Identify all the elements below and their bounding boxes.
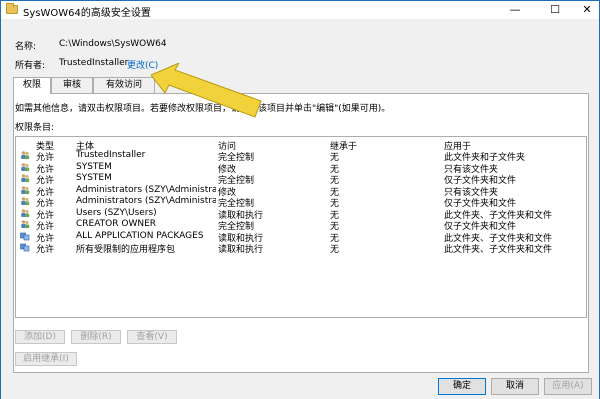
minimize-button[interactable]: —: [495, 1, 535, 19]
cell-principal: CREATOR OWNER: [76, 219, 157, 229]
table-row[interactable]: 允许 ALL APPLICATION PACKAGES 读取和执行无此文件夹、子文件…: [16, 230, 586, 244]
users-icon: [21, 208, 30, 217]
users-icon: [21, 220, 30, 229]
entries-label: 权限条目:: [15, 123, 55, 133]
apply-button[interactable]: 应用(A): [544, 378, 592, 395]
permission-entries-list[interactable]: 类型 主体 访问 继承于 应用于 允许 TrustedInstaller 完全控制无…: [15, 136, 587, 318]
cancel-button[interactable]: 取消: [491, 378, 539, 395]
cell-principal: SYSTEM: [76, 173, 112, 183]
cell-principal: TrustedInstaller: [76, 150, 146, 160]
users-icon: [21, 197, 30, 206]
dialog-footer: 确定 取消 应用(A): [1, 374, 599, 399]
security-settings-window: SysWOW64的高级安全设置 — ☐ ✕ 名称: C:\Windows\Sys…: [0, 0, 600, 399]
enable-inheritance-button[interactable]: 启用继承(I): [15, 352, 77, 366]
view-button[interactable]: 查看(V): [127, 330, 177, 344]
table-row[interactable]: 允许 SYSTEM 修改无只有该文件夹: [16, 161, 586, 175]
owner-label: 所有者:: [15, 61, 46, 71]
close-button[interactable]: ✕: [567, 1, 600, 19]
owner-value: TrustedInstaller: [59, 58, 129, 68]
table-row[interactable]: 允许Administrators (SZY\Administrators)完全控…: [16, 196, 586, 209]
cell-principal: Administrators (SZY\Administrators): [76, 196, 216, 206]
packages-icon: [20, 243, 30, 252]
table-row[interactable]: 允许 TrustedInstaller 完全控制无此文件夹和子文件夹: [16, 150, 586, 163]
annotation-arrow: [151, 63, 262, 118]
cell-principal: SYSTEM: [76, 161, 112, 172]
table-row[interactable]: 允许Administrators (SZY\Administrators)修改无…: [16, 184, 586, 198]
cell-principal: ALL APPLICATION PACKAGES: [76, 230, 204, 241]
cell-inherited: 无: [330, 245, 340, 255]
table-row[interactable]: 允许 SYSTEM 完全控制无仅子文件夹和文件: [16, 173, 586, 186]
packages-icon: [20, 232, 30, 240]
folder-icon: [6, 3, 18, 14]
tab-permissions[interactable]: 权限: [13, 77, 51, 94]
name-label: 名称:: [15, 42, 37, 52]
tab-auditing[interactable]: 审核: [51, 77, 93, 93]
add-button[interactable]: 添加(D): [15, 330, 65, 344]
users-icon: [21, 162, 30, 171]
tab-effective-access[interactable]: 有效访问: [93, 77, 155, 93]
list-header: 类型 主体 访问 继承于 应用于: [16, 137, 586, 152]
table-row[interactable]: 允许 Users (SZY\Users) 读取和执行无此文件夹、子文件夹和文件: [16, 207, 586, 221]
name-value: C:\Windows\SysWOW64: [59, 39, 167, 49]
window-title: SysWOW64的高级安全设置: [23, 8, 151, 19]
users-icon: [21, 151, 30, 160]
cell-principal: 所有受限制的应用程序包: [76, 245, 176, 255]
users-icon: [21, 185, 30, 194]
cell-access: 读取和执行: [218, 245, 264, 255]
table-row[interactable]: 允许 CREATOR OWNER 完全控制无仅子文件夹和文件: [16, 219, 586, 232]
remove-button[interactable]: 删除(R): [71, 330, 121, 344]
cell-type: 允许: [36, 245, 55, 255]
ok-button[interactable]: 确定: [438, 378, 486, 395]
cell-applies: 此文件夹、子文件夹和文件: [444, 245, 553, 255]
users-icon: [21, 174, 30, 183]
table-row[interactable]: 允许 所有受限制的应用程序包 读取和执行 无 此文件夹、子文件夹和文件: [16, 242, 586, 255]
title-bar: SysWOW64的高级安全设置 — ☐ ✕: [1, 1, 599, 19]
cell-principal: Users (SZY\Users): [76, 207, 157, 218]
cell-principal: Administrators (SZY\Administrators): [76, 184, 216, 195]
